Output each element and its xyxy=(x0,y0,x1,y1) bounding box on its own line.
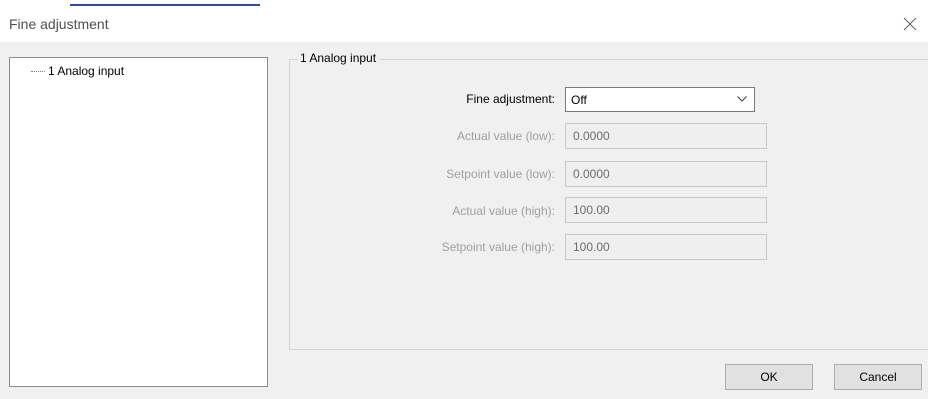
setpoint-value-low-label: Setpoint value (low): xyxy=(446,167,555,181)
actual-value-high-text: 100.00 xyxy=(573,203,610,217)
chevron-down-icon xyxy=(737,96,747,102)
setpoint-value-low-text: 0.0000 xyxy=(573,167,610,181)
setpoint-value-high-label: Setpoint value (high): xyxy=(441,240,555,254)
setpoint-value-high-field[interactable]: 100.00 xyxy=(565,234,767,260)
fine-adjustment-value: Off xyxy=(571,93,587,107)
fine-adjustment-dialog: Fine adjustment 1 Analog input 1 Analog … xyxy=(0,0,928,399)
close-button[interactable] xyxy=(892,6,928,42)
actual-value-low-label: Actual value (low): xyxy=(456,129,555,143)
actual-value-low-text: 0.0000 xyxy=(573,129,610,143)
cancel-button[interactable]: Cancel xyxy=(834,364,922,390)
tree-item-analog-input[interactable]: 1 Analog input xyxy=(31,64,124,78)
window-title: Fine adjustment xyxy=(9,16,109,32)
setpoint-value-high-text: 100.00 xyxy=(573,240,610,254)
close-icon xyxy=(903,17,917,31)
fine-adjustment-label: Fine adjustment: xyxy=(466,92,555,106)
actual-value-high-field[interactable]: 100.00 xyxy=(565,197,767,223)
title-bar: Fine adjustment xyxy=(0,6,928,42)
actual-value-high-label: Actual value (high): xyxy=(452,204,555,218)
channel-tree[interactable]: 1 Analog input xyxy=(9,57,268,387)
ok-button[interactable]: OK xyxy=(725,364,813,390)
tree-item-label: 1 Analog input xyxy=(48,64,125,78)
fine-adjustment-select[interactable]: Off xyxy=(565,87,755,112)
setpoint-value-low-field[interactable]: 0.0000 xyxy=(565,161,767,187)
actual-value-low-field[interactable]: 0.0000 xyxy=(565,123,767,149)
group-title: 1 Analog input xyxy=(298,51,381,65)
tree-connector-line xyxy=(31,70,45,72)
